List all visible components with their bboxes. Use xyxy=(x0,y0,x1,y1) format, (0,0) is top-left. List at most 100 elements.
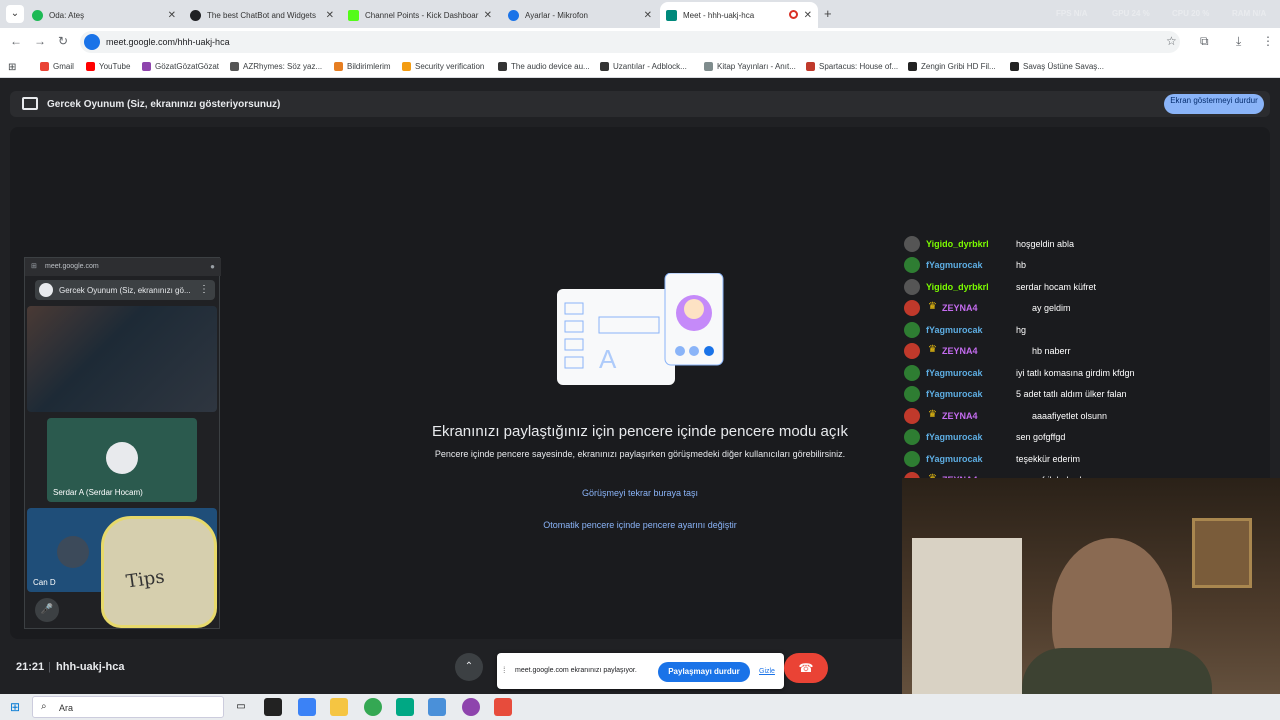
cpu-stat: CPU 20 % xyxy=(1172,9,1210,18)
bookmark-audio[interactable]: The audio device au... xyxy=(498,62,590,71)
bookmark-youtube[interactable]: YouTube xyxy=(86,62,130,71)
chat-message: fYagmurocak hb xyxy=(902,255,1280,273)
close-icon[interactable]: ✕ xyxy=(484,10,492,21)
chat-text: teşekkür ederim xyxy=(1016,454,1081,464)
new-tab-button[interactable]: + xyxy=(824,6,832,21)
address-bar[interactable]: meet.google.com/hhh-uakj-hca xyxy=(80,31,1180,53)
kick-icon xyxy=(348,9,359,21)
sticker-text: Tips xyxy=(124,566,166,593)
file-explorer-icon[interactable] xyxy=(330,698,348,716)
stop-presenting-button[interactable]: Ekran göstermeyi durdur xyxy=(1164,94,1264,114)
forward-icon[interactable]: → xyxy=(34,34,46,48)
chat-text: iyi tatlı komasına girdim kfdgn xyxy=(1016,368,1135,378)
chat-text: hb xyxy=(1016,260,1027,270)
chat-message: ♛ ZEYNA4 aaaafiyetlet olsunn xyxy=(902,406,1280,424)
chat-text: aaaafiyetlet olsunn xyxy=(1032,411,1108,421)
tab-chatbot[interactable]: The best ChatBot and Widgets ✕ xyxy=(184,2,340,28)
toolbar: ← → ↻ meet.google.com/hhh-uakj-hca ☆ ⧉ ⤓… xyxy=(0,28,1280,56)
clock: 21:21 xyxy=(16,661,45,673)
present-screen-icon xyxy=(22,97,38,110)
close-icon[interactable]: ✕ xyxy=(326,10,334,21)
ram-stat: RAM N/A xyxy=(1232,9,1267,18)
bookmark-zengin[interactable]: Zengin Gribi HD Fil... xyxy=(908,62,996,71)
chat-message: fYagmurocak hg xyxy=(902,320,1280,338)
site-info-icon[interactable] xyxy=(84,34,100,50)
tab-title: Oda: Ateş xyxy=(49,10,85,20)
chat-username: fYagmurocak xyxy=(926,432,983,442)
chat-username: ZEYNA4 xyxy=(942,411,978,421)
mic-button[interactable]: 🎤 xyxy=(35,598,59,622)
screen-share-thumbnail xyxy=(27,306,217,412)
stop-sharing-button[interactable]: Paylaşmayı durdur xyxy=(658,662,750,682)
pip-icon: ⊞ xyxy=(31,263,37,270)
chat-message: fYagmurocak teşekkür ederim xyxy=(902,449,1280,467)
hang-up-button[interactable]: ☎ xyxy=(784,653,828,683)
recording-icon xyxy=(789,10,798,19)
pip-window[interactable]: ⊞ meet.google.com ● Gercek Oyunum (Siz, … xyxy=(24,257,221,629)
wall-frame xyxy=(1192,518,1252,588)
tab-title: Ayarlar - Mikrofon xyxy=(525,10,588,20)
chat-message: Yigido_dyrbkrl hoşgeldin abla xyxy=(902,234,1280,252)
taskbar-search[interactable]: ⌕ Ara xyxy=(32,696,224,718)
back-icon[interactable]: ← xyxy=(10,34,22,48)
close-icon[interactable]: ✕ xyxy=(804,10,812,21)
bookmark-savas[interactable]: Savaş Üstüne Savaş... xyxy=(1010,62,1104,71)
pip-tile-header[interactable]: Gercek Oyunum (Siz, ekranınızı gö... ⋮ xyxy=(35,280,215,300)
avatar xyxy=(106,442,138,474)
bookmark-adblock[interactable]: Uzantılar - Adblock... xyxy=(600,62,687,71)
chat-message: ♛ ZEYNA4 hb naberr xyxy=(902,341,1280,359)
store-icon[interactable] xyxy=(298,698,316,716)
bookmark-security[interactable]: Security verification xyxy=(402,62,484,71)
close-icon[interactable]: ✕ xyxy=(168,10,176,21)
app-icon[interactable] xyxy=(494,698,512,716)
tips-jar-sticker: Tips xyxy=(101,516,217,628)
hide-link[interactable]: Gizle xyxy=(759,668,775,675)
bookmark-azrhymes[interactable]: AZRhymes: Söz yaz... xyxy=(230,62,322,71)
tab-search-icon[interactable]: ⌄ xyxy=(6,5,24,23)
participant-tile-serdar[interactable]: Serdar A (Serdar Hocam) xyxy=(47,418,197,502)
pip-settings-link[interactable]: Otomatik pencere içinde pencere ayarını … xyxy=(420,520,860,530)
bookmark-gmail[interactable]: Gmail xyxy=(40,62,74,71)
close-icon[interactable]: ✕ xyxy=(644,10,652,21)
separator: | xyxy=(48,661,51,673)
menu-icon[interactable]: ⋮ xyxy=(1262,34,1274,48)
bookmark-spartacus[interactable]: Spartacus: House of... xyxy=(806,62,898,71)
tab-meet[interactable]: Meet - hhh-uakj-hca ✕ xyxy=(660,2,818,28)
chat-text: hoşgeldin abla xyxy=(1016,239,1075,249)
more-options-icon[interactable]: ⋮ xyxy=(199,284,209,295)
avatar xyxy=(904,257,920,273)
widget-icon[interactable] xyxy=(264,698,282,716)
avatar xyxy=(904,279,920,295)
tab-oda[interactable]: Oda: Ateş ✕ xyxy=(26,2,182,28)
extensions-icon[interactable]: ⧉ xyxy=(1200,34,1209,49)
reload-icon[interactable]: ↻ xyxy=(58,34,68,48)
search-placeholder: Ara xyxy=(59,703,74,713)
apps-icon[interactable]: ⊞ xyxy=(8,62,16,73)
tab-kick[interactable]: Channel Points - Kick Dashboar ✕ xyxy=(342,2,498,28)
chrome-icon[interactable] xyxy=(364,698,382,716)
windows-start-icon[interactable]: ⊞ xyxy=(10,700,20,714)
pip-illustration: A xyxy=(557,273,724,385)
bookmarks-bar: ⊞ Gmail YouTube GözatGözatGözat AZRhymes… xyxy=(0,56,1280,78)
whatsapp-icon[interactable] xyxy=(396,698,414,716)
chat-text: hg xyxy=(1016,325,1027,335)
obs-icon[interactable] xyxy=(462,698,480,716)
bookmark-star-icon[interactable]: ☆ xyxy=(1166,34,1177,48)
avatar xyxy=(904,343,920,359)
move-call-link[interactable]: Görüşmeyi tekrar buraya taşı xyxy=(420,488,860,498)
task-view-icon[interactable]: ▭ xyxy=(232,698,250,716)
bookmark-kitap[interactable]: Kitap Yayınları - Anıt... xyxy=(704,62,796,71)
pip-titlebar[interactable]: ⊞ meet.google.com ● xyxy=(25,258,221,276)
pip-tile-label: Gercek Oyunum (Siz, ekranınızı gö... xyxy=(59,286,191,295)
bookmark-gozat[interactable]: GözatGözatGözat xyxy=(142,62,219,71)
chat-username: fYagmurocak xyxy=(926,389,983,399)
streamelements-icon xyxy=(190,9,201,21)
bookmark-bildirimlerim[interactable]: Bildirimlerim xyxy=(334,62,391,71)
download-icon[interactable]: ⤓ xyxy=(1236,34,1241,49)
presenting-status: Gercek Oyunum (Siz, ekranınızı gösteriyo… xyxy=(47,99,281,110)
drag-handle-icon[interactable]: ⁞ xyxy=(503,665,506,675)
tab-settings[interactable]: Ayarlar - Mikrofon ✕ xyxy=(502,2,658,28)
fps-stat: FPS N/A xyxy=(1056,9,1088,18)
app-icon[interactable] xyxy=(428,698,446,716)
chevron-up-icon[interactable]: ⌃ xyxy=(455,653,483,681)
